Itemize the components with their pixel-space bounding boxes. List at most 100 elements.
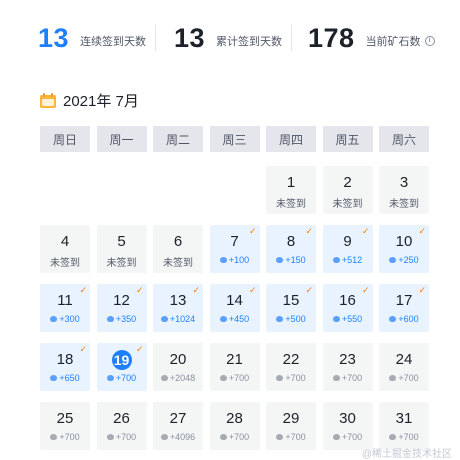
ore-gem-icon xyxy=(332,257,340,263)
ore-gem-icon xyxy=(332,375,340,381)
reward-amount: +550 xyxy=(323,314,373,324)
month-title: 2021年 7月 xyxy=(63,92,139,110)
day-number: 30 xyxy=(339,410,356,427)
day-cell[interactable]: 16 +550 ✓ xyxy=(322,284,373,332)
ore-gem-icon xyxy=(160,434,168,440)
reward-amount: +700 xyxy=(379,373,429,383)
continuous-days-value: 13 xyxy=(38,22,70,53)
day-number: 29 xyxy=(282,410,300,427)
ore-gem-icon xyxy=(50,375,58,381)
reward-value: +2048 xyxy=(169,373,196,383)
day-cell[interactable]: 2 未签到 xyxy=(322,166,373,214)
day-cell[interactable]: 26 +700 xyxy=(96,402,147,450)
continuous-days-label: 连续签到天数 xyxy=(80,36,147,48)
day-cell[interactable]: 30 +700 xyxy=(322,402,373,450)
day-cell[interactable]: 5 未签到 xyxy=(96,225,147,273)
unsigned-label: 未签到 xyxy=(50,258,80,269)
reward-amount: +650 xyxy=(40,373,90,383)
ore-gem-icon xyxy=(160,375,168,381)
check-icon: ✓ xyxy=(135,285,144,295)
day-cell[interactable]: 19 +700 ✓ xyxy=(96,343,147,391)
reward-amount: +300 xyxy=(40,314,90,324)
weekday-header: 周二 xyxy=(153,126,203,152)
day-cell[interactable]: 17 +600 ✓ xyxy=(379,284,429,332)
day-number: 1 xyxy=(286,174,296,191)
day-cell[interactable]: 28 +700 xyxy=(209,402,260,450)
day-cell[interactable]: 15 +500 ✓ xyxy=(266,284,316,332)
weekday-header: 周五 xyxy=(322,126,373,152)
day-cell[interactable]: 29 +700 xyxy=(266,402,316,450)
unsigned-label: 未签到 xyxy=(163,258,193,269)
ore-gem-icon xyxy=(219,257,227,263)
ore-gem-icon xyxy=(332,434,340,440)
day-cell[interactable]: 10 +250 ✓ xyxy=(379,225,429,273)
day-number: 28 xyxy=(226,410,243,427)
ore-gem-icon xyxy=(389,434,397,440)
day-cell[interactable]: 1 未签到 xyxy=(266,166,316,214)
info-icon[interactable]: i xyxy=(424,36,435,46)
reward-value: +650 xyxy=(59,373,80,383)
stats-bar: 13 连续签到天数 13 累计签到天数 178 当前矿石数 i xyxy=(0,0,460,78)
ore-gem-icon xyxy=(106,316,114,322)
check-icon: ✓ xyxy=(192,285,200,295)
day-cell[interactable]: 9 +512 ✓ xyxy=(322,225,373,273)
divider xyxy=(155,25,156,51)
day-cell[interactable]: 8 +150 ✓ xyxy=(266,225,316,273)
day-cell[interactable]: 4 未签到 xyxy=(40,225,90,273)
reward-amount: +700 xyxy=(210,432,260,442)
day-number: 5 xyxy=(117,233,126,250)
reward-amount: +100 xyxy=(210,255,260,265)
reward-amount: +700 xyxy=(97,432,147,442)
calendar-header: 2021年 7月 xyxy=(40,89,139,111)
day-cell[interactable]: 23 +700 xyxy=(322,343,373,391)
check-icon: ✓ xyxy=(135,344,144,354)
day-cell[interactable]: 6 未签到 xyxy=(153,225,203,273)
day-cell[interactable]: 18 +650 ✓ xyxy=(40,343,90,391)
day-cell[interactable]: 12 +350 ✓ xyxy=(96,284,147,332)
ore-gem-icon xyxy=(276,316,284,322)
day-cell[interactable]: 25 +700 xyxy=(40,402,90,450)
day-number: 4 xyxy=(60,233,70,250)
check-icon: ✓ xyxy=(305,285,313,295)
reward-value: +700 xyxy=(341,373,363,383)
reward-amount: +150 xyxy=(266,255,316,265)
day-cell[interactable]: 24 +700 xyxy=(379,343,429,391)
calendar-icon xyxy=(40,92,56,108)
reward-value: +100 xyxy=(228,255,250,265)
day-number: 22 xyxy=(282,351,300,368)
check-icon: ✓ xyxy=(248,226,257,236)
reward-amount: +700 xyxy=(40,432,90,442)
day-cell[interactable]: 3 未签到 xyxy=(379,166,429,214)
ore-gem-icon xyxy=(276,375,284,381)
day-cell[interactable]: 14 +450 ✓ xyxy=(209,284,260,332)
day-cell[interactable]: 31 +700 xyxy=(379,402,429,450)
unsigned-label: 未签到 xyxy=(389,199,419,210)
ore-count-stat: 178 当前矿石数 i xyxy=(308,20,435,56)
weekday-header: 周六 xyxy=(379,126,429,152)
day-number: 23 xyxy=(339,351,356,368)
check-icon: ✓ xyxy=(79,285,87,295)
ore-gem-icon xyxy=(106,434,114,440)
check-icon: ✓ xyxy=(361,285,370,295)
day-cell[interactable]: 13 +1024 ✓ xyxy=(153,284,203,332)
reward-value: +700 xyxy=(115,373,137,383)
reward-value: +350 xyxy=(115,314,137,324)
weekday-header: 周日 xyxy=(40,126,90,152)
reward-amount: +4096 xyxy=(153,432,203,442)
unsigned-label: 未签到 xyxy=(332,199,363,210)
day-cell[interactable]: 27 +4096 xyxy=(153,402,203,450)
day-cell[interactable]: 21 +700 xyxy=(209,343,260,391)
day-cell[interactable]: 20 +2048 xyxy=(153,343,203,391)
unsigned-label: 未签到 xyxy=(276,199,306,210)
day-cell[interactable]: 11 +300 ✓ xyxy=(40,284,90,332)
day-number: 31 xyxy=(395,410,413,427)
total-days-stat: 13 累计签到天数 xyxy=(174,20,282,56)
day-cell[interactable]: 22 +700 xyxy=(266,343,316,391)
day-cell[interactable]: 7 +100 ✓ xyxy=(209,225,260,273)
divider xyxy=(291,25,292,51)
day-number: 21 xyxy=(226,351,243,368)
reward-value: +700 xyxy=(341,432,363,442)
ore-gem-icon xyxy=(50,316,58,322)
ore-gem-icon xyxy=(276,434,284,440)
reward-amount: +450 xyxy=(210,314,260,324)
